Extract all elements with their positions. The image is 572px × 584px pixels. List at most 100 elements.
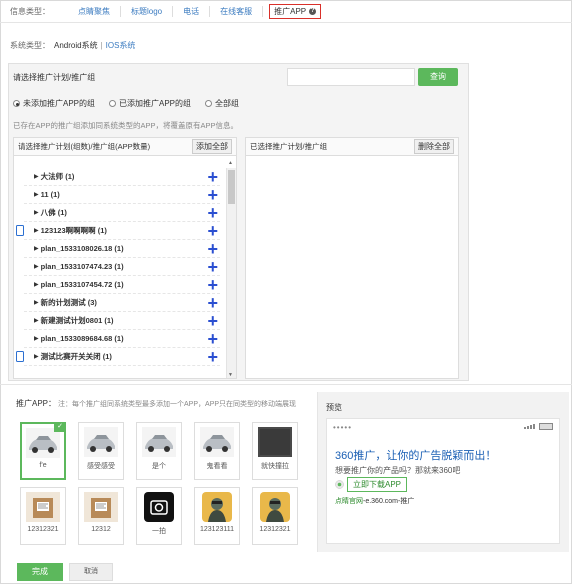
ad-source: 点睛官网-e.360.com-推广 <box>335 496 414 506</box>
plan-label: plan_1533107474.23 (1) <box>40 262 124 271</box>
expand-arrow-icon[interactable]: ▶ <box>34 335 39 342</box>
plan-label: 八佛 (1) <box>40 208 67 217</box>
system-ios-option[interactable]: IOS系统 <box>106 40 136 51</box>
plan-list-item[interactable]: ▶ 新的计划测试 (3) + <box>24 294 220 312</box>
app-card[interactable]: 12312 <box>78 487 124 545</box>
plan-label: 大法师 (1) <box>40 172 75 181</box>
battery-icon <box>539 423 553 430</box>
plan-list-item[interactable]: ▶ 八佛 (1) + <box>24 204 220 222</box>
search-input[interactable] <box>287 68 415 86</box>
plan-label: 测试比赛开关关闭 (1) <box>40 352 112 361</box>
expand-arrow-icon[interactable]: ▶ <box>34 317 39 324</box>
footer-actions: 完成 取消 <box>17 563 113 581</box>
app-grid: f'e ✓ 感受感受 是个 鬼看看 就快撞拉 12312321 12312 一拍 12312311… <box>20 422 298 545</box>
radio-all-groups[interactable]: 全部组 <box>205 98 239 109</box>
download-app-button[interactable]: 立即下载APP <box>347 477 408 492</box>
plan-label: 11 (1) <box>40 190 60 199</box>
selected-plans-title: 已选择推广计划/推广组 <box>250 142 328 151</box>
radio-label: 全部组 <box>215 99 240 108</box>
help-icon[interactable]: ? <box>309 7 317 15</box>
add-plan-icon[interactable]: + <box>207 168 218 186</box>
system-type-row: 系统类型： Android系统 | IOS系统 <box>10 40 135 51</box>
app-thumbnail <box>258 488 292 522</box>
expand-arrow-icon[interactable]: ▶ <box>34 173 39 180</box>
app-thumbnail <box>200 488 234 522</box>
plan-list-item[interactable]: ▶ plan_1533089684.68 (1) + <box>24 330 220 348</box>
info-type-row: 信息类型： 点睛聚焦 标题logo 电话 在线客服 推广APP ? <box>10 3 322 19</box>
app-card[interactable]: 一拍 <box>136 487 182 545</box>
app-thumbnail <box>84 488 118 522</box>
app-thumbnail <box>84 423 118 457</box>
ad-headline[interactable]: 360推广，让你的广告脱颖而出！ <box>335 447 496 463</box>
add-plan-icon[interactable]: + <box>207 348 218 366</box>
add-plan-icon[interactable]: + <box>207 204 218 222</box>
radio-has-app-groups[interactable]: 已添加推广APP的组 <box>109 98 191 109</box>
plan-list-item[interactable]: ▶ 11 (1) + <box>24 186 220 204</box>
ad-source-name: 点睛官网 <box>335 498 363 505</box>
expand-arrow-icon[interactable]: ▶ <box>34 191 39 198</box>
plan-list-item[interactable]: ▶ 测试比赛开关关闭 (1) + <box>16 348 220 366</box>
add-plan-icon[interactable]: + <box>207 186 218 204</box>
app-name: 12312321 <box>27 526 59 533</box>
add-plan-icon[interactable]: + <box>207 330 218 348</box>
add-plan-icon[interactable]: + <box>207 258 218 276</box>
plan-list-item[interactable]: ▶ 大法师 (1) + <box>24 168 220 186</box>
radio-no-app-groups[interactable]: 未添加推广APP的组 <box>13 98 95 109</box>
mobile-device-icon <box>16 351 24 362</box>
tab-dianjing-focus[interactable]: 点睛聚焦 <box>68 5 121 17</box>
expand-arrow-icon[interactable]: ▶ <box>34 227 39 234</box>
ad-source-url: -e.360.com-推广 <box>363 498 415 505</box>
plan-label: plan_1533108026.18 (1) <box>40 244 124 253</box>
scroll-down-icon[interactable]: ▼ <box>228 372 233 378</box>
mobile-device-icon <box>16 225 24 236</box>
expand-arrow-icon[interactable]: ▶ <box>34 263 39 270</box>
selected-plans-column: 已选择推广计划/推广组 删除全部 <box>245 137 459 379</box>
plan-selector-panel: 请选择推广计划/推广组 查询 未添加推广APP的组 已添加推广APP的组 全部组… <box>8 63 469 381</box>
system-android-option[interactable]: Android系统 <box>54 40 98 51</box>
cancel-button[interactable]: 取消 <box>69 563 113 581</box>
app-card[interactable]: f'e ✓ <box>20 422 66 480</box>
done-button[interactable]: 完成 <box>17 563 63 581</box>
plan-list-scrollbar[interactable]: ▲ ▼ <box>226 160 236 378</box>
add-plan-icon[interactable]: + <box>207 240 218 258</box>
remove-all-button[interactable]: 删除全部 <box>414 139 454 154</box>
plan-list-item[interactable]: ▶ plan_1533107454.72 (1) + <box>24 276 220 294</box>
tab-phone[interactable]: 电话 <box>173 5 211 17</box>
plan-list-item[interactable]: ▶ plan_1533107474.23 (1) + <box>24 258 220 276</box>
query-button[interactable]: 查询 <box>418 68 458 86</box>
app-thumbnail <box>258 423 292 457</box>
app-card[interactable]: 就快撞拉 <box>252 422 298 480</box>
expand-arrow-icon[interactable]: ▶ <box>34 245 39 252</box>
expand-arrow-icon[interactable]: ▶ <box>34 209 39 216</box>
plan-list-item[interactable]: ▶ plan_1533108026.18 (1) + <box>24 240 220 258</box>
app-card[interactable]: 感受感受 <box>78 422 124 480</box>
plan-list-item[interactable]: ▶ 新建测试计划0801 (1) + <box>24 312 220 330</box>
app-name: 是个 <box>152 463 166 470</box>
app-name: 就快撞拉 <box>261 463 289 470</box>
available-plans-title: 请选择推广计划(组数)/推广组(APP数量) <box>18 142 151 151</box>
scroll-up-icon[interactable]: ▲ <box>228 160 233 166</box>
plan-label: plan_1533107454.72 (1) <box>40 280 124 289</box>
app-thumbnail <box>142 423 176 457</box>
app-card[interactable]: 是个 <box>136 422 182 480</box>
add-plan-icon[interactable]: + <box>207 294 218 312</box>
tab-promote-app[interactable]: 推广APP ? <box>269 3 322 19</box>
add-plan-icon[interactable]: + <box>207 222 218 240</box>
app-card[interactable]: 123123111 <box>194 487 240 545</box>
plan-label: plan_1533089684.68 (1) <box>40 334 124 343</box>
add-plan-icon[interactable]: + <box>207 276 218 294</box>
expand-arrow-icon[interactable]: ▶ <box>34 299 39 306</box>
scroll-thumb[interactable] <box>228 170 235 204</box>
app-card[interactable]: 12312321 <box>252 487 298 545</box>
expand-arrow-icon[interactable]: ▶ <box>34 353 39 360</box>
add-all-button[interactable]: 添加全部 <box>192 139 232 154</box>
expand-arrow-icon[interactable]: ▶ <box>34 281 39 288</box>
app-card[interactable]: 鬼看看 <box>194 422 240 480</box>
app-card[interactable]: 12312321 <box>20 487 66 545</box>
tab-online-service[interactable]: 在线客服 <box>210 5 264 17</box>
tab-title-logo[interactable]: 标题logo <box>121 5 174 17</box>
promote-app-note: 注：每个推广组同系统类型最多添加一个APP，APP只在同类型的移动端展现 <box>58 401 297 408</box>
plan-list-item[interactable]: ▶ 123123啊啊啊啊 (1) + <box>16 222 220 240</box>
plan-label: 新的计划测试 (3) <box>40 298 97 307</box>
add-plan-icon[interactable]: + <box>207 312 218 330</box>
